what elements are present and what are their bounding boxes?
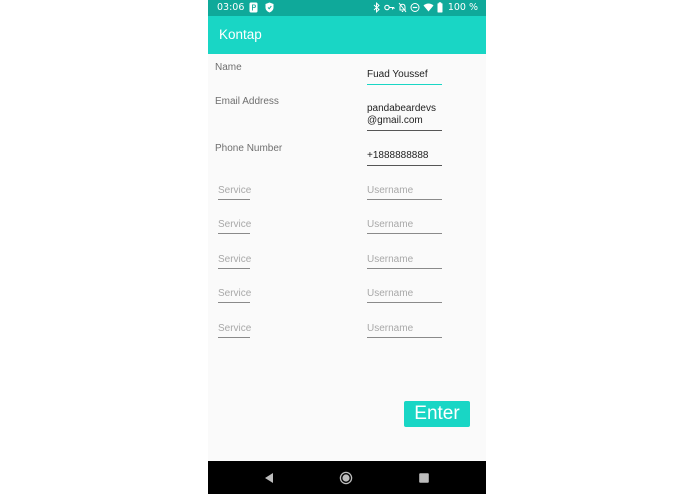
service-input[interactable]: Service [218,185,251,200]
email-field[interactable]: pandabeardevs@gmail.com [367,103,442,131]
service-input[interactable]: Service [218,219,251,234]
battery-percentage: 100 % [447,2,478,13]
enter-button[interactable]: Enter [404,401,470,427]
username-input[interactable]: Username [367,288,442,303]
home-icon[interactable] [339,471,353,485]
username-input[interactable]: Username [367,254,442,269]
back-icon[interactable] [262,471,276,485]
name-field[interactable]: Fuad Youssef [367,69,442,85]
phone-field[interactable]: +1888888888 [367,150,442,166]
email-label: Email Address [215,96,279,107]
bell-off-icon [398,2,407,13]
phone-label: Phone Number [215,143,283,154]
app-bar: Kontap [208,16,486,54]
service-input[interactable]: Service [218,323,251,338]
status-right-icons: 100 % [372,2,478,13]
status-left-icons [249,2,278,13]
service-input[interactable]: Service [218,288,251,303]
battery-icon [437,2,443,13]
name-label: Name [215,62,242,73]
username-input[interactable]: Username [367,323,442,338]
username-input[interactable]: Username [367,185,442,200]
service-input[interactable]: Service [218,254,251,269]
username-input[interactable]: Username [367,219,442,234]
status-bar: 03:06 100 % [208,0,486,16]
navigation-bar [208,461,486,494]
app-title: Kontap [219,27,262,42]
do-not-disturb-icon [410,3,420,12]
key-icon [384,4,395,11]
wifi-icon [423,3,434,12]
bluetooth-icon [373,2,380,13]
recents-icon[interactable] [417,471,431,485]
shield-icon [265,2,274,13]
status-time: 03:06 [217,2,245,13]
parking-icon [249,2,258,13]
phone-screen: 03:06 100 % Kontap Name Fuad Youssef Ema… [208,0,486,494]
